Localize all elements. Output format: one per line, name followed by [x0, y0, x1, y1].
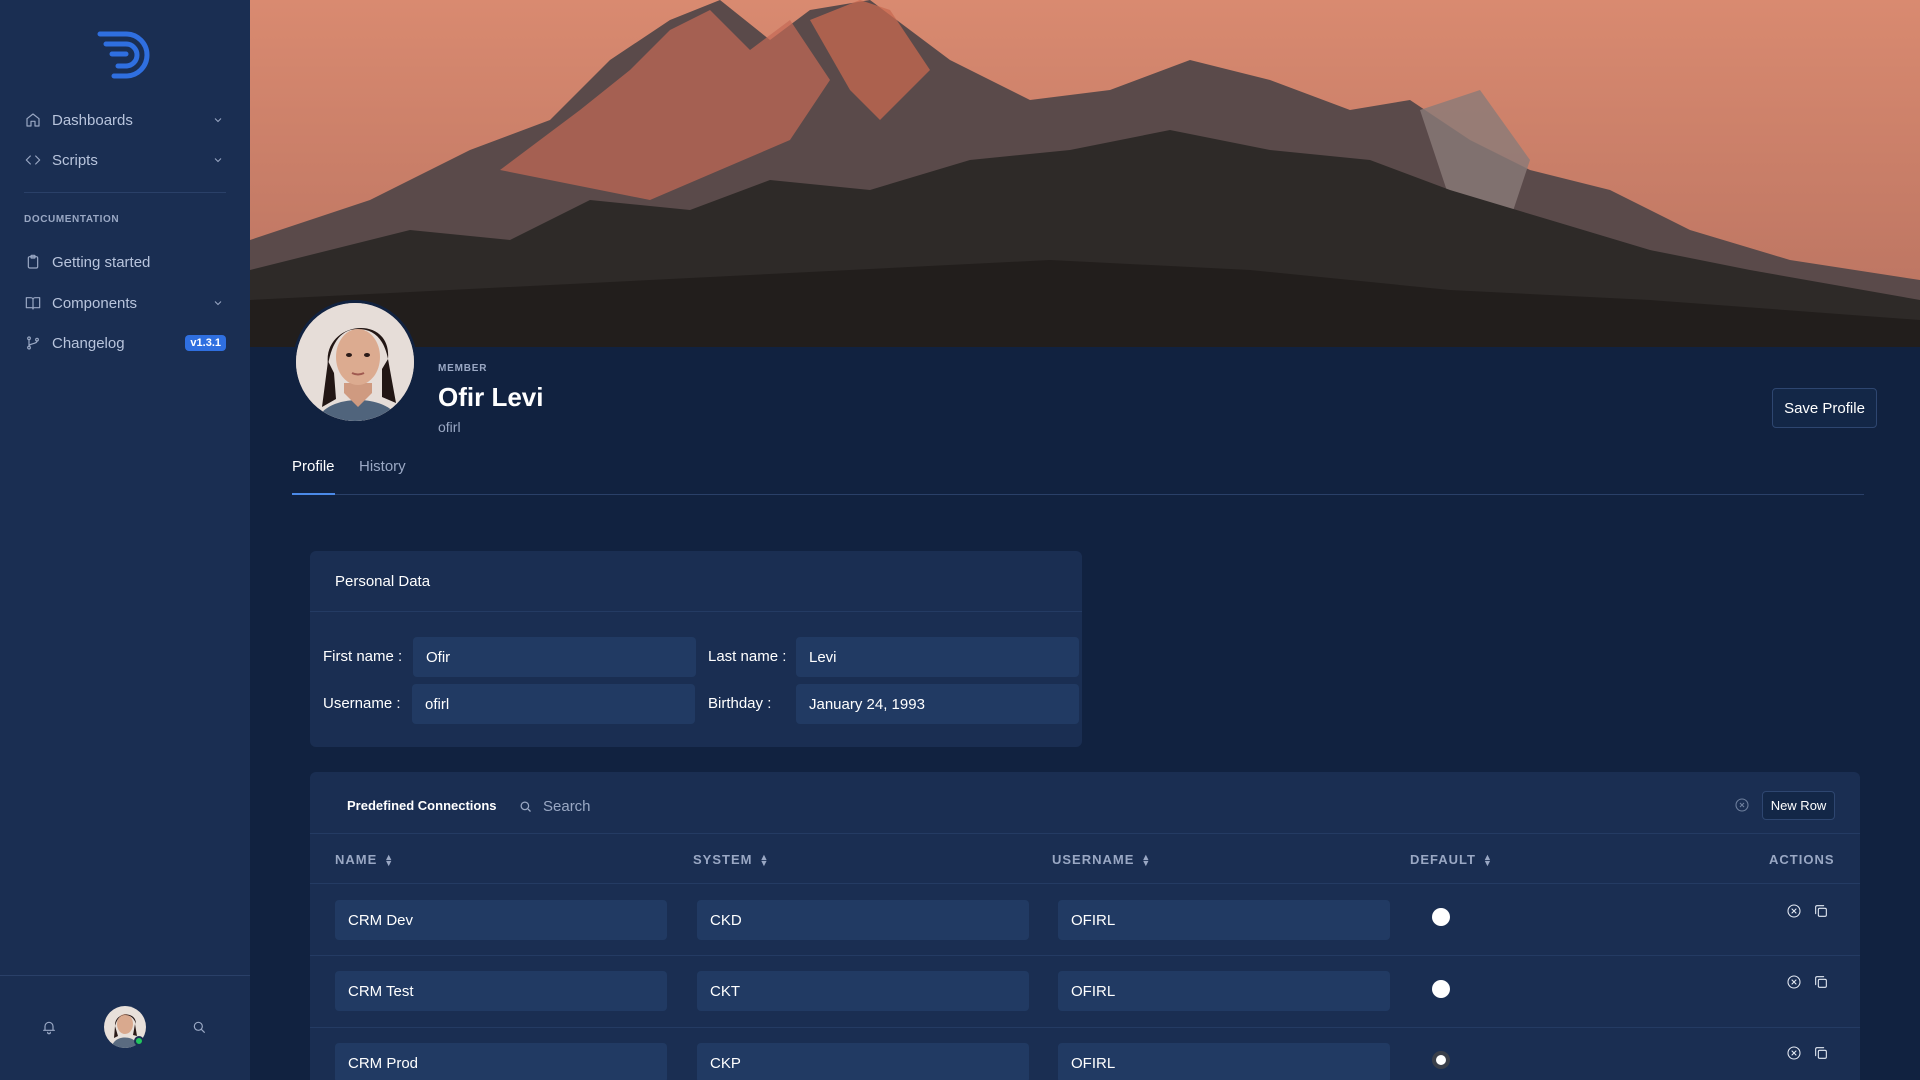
git-branch-icon: [24, 334, 42, 352]
online-status-indicator: [134, 1036, 144, 1046]
sidebar-divider: [24, 192, 226, 193]
profile-username: ofirl: [438, 419, 461, 435]
search-icon[interactable]: [191, 1019, 209, 1037]
save-profile-button[interactable]: Save Profile: [1772, 388, 1877, 428]
profile-banner-image: [250, 0, 1920, 347]
chevron-down-icon[interactable]: [212, 153, 226, 167]
username-field[interactable]: ofirl: [412, 684, 695, 724]
code-icon: [24, 151, 42, 169]
row-1-default-radio[interactable]: [1432, 908, 1450, 926]
table-title: Predefined Connections: [347, 798, 497, 813]
row-3-name-field[interactable]: CRM Prod: [335, 1043, 667, 1080]
card-divider: [310, 611, 1082, 612]
row-2-username-field[interactable]: OFIRL: [1058, 971, 1390, 1011]
delete-row-icon[interactable]: [1786, 903, 1804, 921]
row-3-default-radio[interactable]: [1432, 1051, 1450, 1069]
profile-avatar[interactable]: [293, 300, 417, 424]
column-header-actions: ACTIONS: [1769, 852, 1835, 867]
sort-icon: ▲ ▼: [384, 851, 395, 868]
search-placeholder: Search: [543, 797, 591, 815]
row-divider: [310, 955, 1860, 956]
row-3-system-field[interactable]: CKP: [697, 1043, 1029, 1080]
row-2-system-field[interactable]: CKT: [697, 971, 1029, 1011]
clipboard-icon: [24, 253, 42, 271]
nav-label: Scripts: [52, 151, 98, 169]
nav-item-dashboards[interactable]: Dashboards: [24, 104, 226, 136]
clear-search-icon[interactable]: [1734, 797, 1752, 815]
copy-row-icon[interactable]: [1813, 974, 1831, 992]
copy-row-icon[interactable]: [1813, 1045, 1831, 1063]
nav-label: Components: [52, 294, 138, 312]
nav-item-changelog[interactable]: Changelog v1.3.1: [24, 327, 226, 359]
sidebar: Dashboards Scripts DOCUMENTATION Getting…: [0, 0, 250, 1080]
nav-item-components[interactable]: Components: [24, 287, 226, 319]
column-header-system[interactable]: SYSTEM ▲ ▼: [693, 852, 769, 867]
row-divider: [310, 883, 1860, 884]
birthday-label: Birthday :: [708, 695, 772, 712]
delete-row-icon[interactable]: [1786, 974, 1804, 992]
first-name-field[interactable]: Ofir: [413, 637, 696, 677]
connections-table-card: Predefined Connections Search New Row NA…: [310, 772, 1860, 1080]
birthday-field[interactable]: January 24, 1993: [796, 684, 1079, 724]
profile-tabs: Profile History: [292, 458, 1864, 495]
row-1-username-field[interactable]: OFIRL: [1058, 900, 1390, 940]
version-badge: v1.3.1: [185, 335, 226, 351]
row-2-default-radio[interactable]: [1432, 980, 1450, 998]
table-search[interactable]: Search: [518, 792, 818, 820]
column-header-username[interactable]: USERNAME ▲ ▼: [1052, 852, 1151, 867]
nav-label: Dashboards: [52, 111, 133, 129]
row-2-name-field[interactable]: CRM Test: [335, 971, 667, 1011]
tab-profile[interactable]: Profile: [292, 458, 335, 495]
row-3-username-field[interactable]: OFIRL: [1058, 1043, 1390, 1080]
delete-row-icon[interactable]: [1786, 1045, 1804, 1063]
sort-icon: ▲ ▼: [1141, 851, 1152, 868]
search-icon: [520, 801, 531, 812]
book-icon: [24, 294, 42, 312]
personal-data-card: Personal Data First name : Ofir Last nam…: [310, 551, 1082, 747]
row-1-name-field[interactable]: CRM Dev: [335, 900, 667, 940]
member-role-label: MEMBER: [438, 363, 488, 374]
profile-name: Ofir Levi: [438, 382, 544, 412]
row-divider: [310, 1027, 1860, 1028]
column-header-name[interactable]: NAME ▲ ▼: [335, 852, 394, 867]
username-label: Username :: [323, 695, 401, 712]
last-name-label: Last name :: [708, 648, 787, 665]
row-1-system-field[interactable]: CKD: [697, 900, 1029, 940]
chevron-down-icon[interactable]: [212, 296, 226, 310]
chevron-down-icon[interactable]: [212, 113, 226, 127]
sort-icon: ▲ ▼: [1482, 851, 1493, 868]
nav-label: Getting started: [52, 253, 151, 271]
nav-label: Changelog: [52, 334, 125, 352]
new-row-button[interactable]: New Row: [1762, 791, 1835, 820]
sort-icon: ▲ ▼: [759, 851, 770, 868]
nav-item-scripts[interactable]: Scripts: [24, 144, 226, 176]
bell-icon[interactable]: [41, 1019, 59, 1037]
column-header-default[interactable]: DEFAULT ▲ ▼: [1410, 852, 1493, 867]
last-name-field[interactable]: Levi: [796, 637, 1079, 677]
header-divider: [310, 833, 1860, 834]
tab-history[interactable]: History: [359, 458, 406, 495]
card-title: Personal Data: [335, 573, 431, 590]
section-label-documentation: DOCUMENTATION: [24, 214, 120, 225]
copy-row-icon[interactable]: [1813, 903, 1831, 921]
first-name-label: First name :: [323, 648, 403, 665]
home-icon: [24, 111, 42, 129]
nav-item-getting-started[interactable]: Getting started: [24, 246, 226, 278]
app-logo[interactable]: [96, 30, 156, 80]
